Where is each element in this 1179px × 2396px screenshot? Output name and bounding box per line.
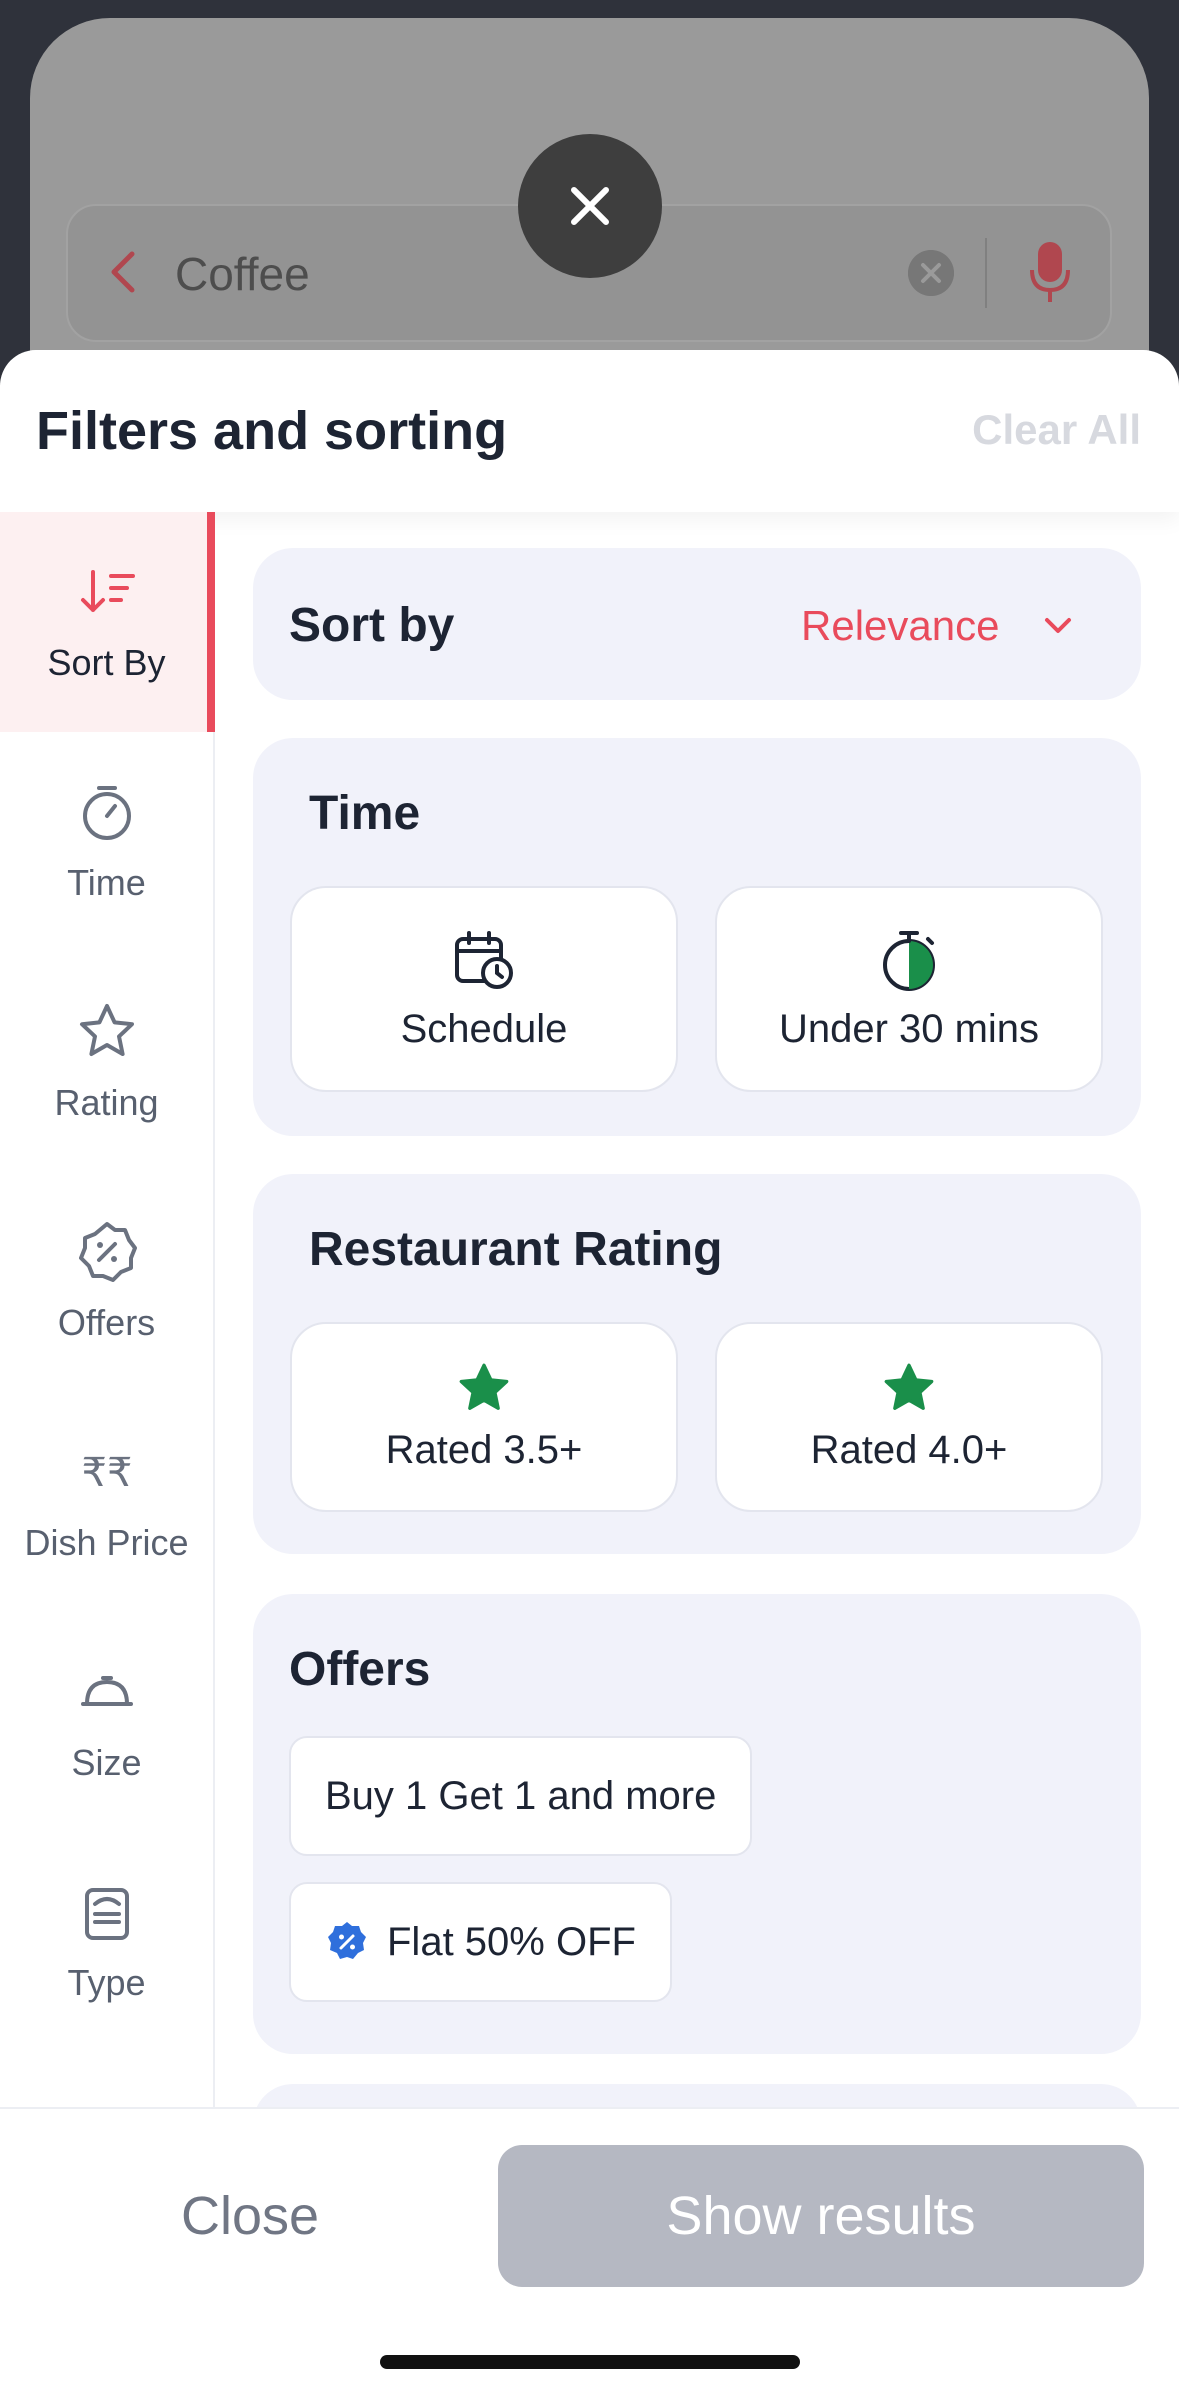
flat-50-off-option[interactable]: Flat 50% OFF <box>289 1882 672 2002</box>
filters-sheet: Filters and sorting Clear All Sort By Ti… <box>0 350 1179 2396</box>
sort-by-dropdown[interactable]: Sort by Relevance <box>253 548 1141 700</box>
bogo-offer-option[interactable]: Buy 1 Get 1 and more <box>289 1736 753 1856</box>
star-icon <box>79 1004 134 1056</box>
sheet-title: Filters and sorting <box>36 401 508 461</box>
nav-label: Sort By <box>47 642 166 683</box>
nav-item-offers[interactable]: Offers <box>0 1172 213 1392</box>
nav-label: Time <box>67 862 146 903</box>
nav-item-type[interactable]: Type <box>0 1832 213 2052</box>
nav-item-size[interactable]: Size <box>0 1612 213 1832</box>
nav-item-sort-by[interactable]: Sort By <box>0 512 215 732</box>
nav-label: Type <box>67 1962 146 2003</box>
sheet-header: Filters and sorting Clear All <box>0 350 1179 512</box>
chevron-left-icon <box>111 251 135 293</box>
option-label: Buy 1 Get 1 and more <box>325 1773 717 1818</box>
rated-4-0-option[interactable]: Rated 4.0+ <box>715 1322 1103 1512</box>
cloche-icon <box>80 1676 133 1706</box>
nav-item-rating[interactable]: Rating <box>0 952 213 1172</box>
rating-section: Restaurant Rating Rated 3.5+ Rated 4.0+ <box>253 1174 1141 1554</box>
sort-by-value: Relevance <box>801 602 1000 649</box>
offers-section: Offers Buy 1 Get 1 and more Flat 50% OFF <box>253 1594 1141 2054</box>
chevron-down-icon <box>1045 618 1071 633</box>
sheet-footer: Close Show results <box>0 2107 1179 2396</box>
calendar-clock-icon <box>455 930 513 989</box>
option-label: Schedule <box>400 1006 568 1051</box>
microphone-icon <box>1030 242 1070 302</box>
menu-card-icon <box>84 1888 129 1940</box>
close-icon <box>571 187 609 225</box>
under-30-mins-option[interactable]: Under 30 mins <box>715 886 1103 1092</box>
svg-text:₹₹: ₹₹ <box>81 1450 132 1496</box>
nav-label: Rating <box>54 1082 159 1123</box>
section-title: Offers <box>289 1643 431 1696</box>
rated-3-5-option[interactable]: Rated 3.5+ <box>290 1322 678 1512</box>
nav-item-dish-price[interactable]: ₹₹ Dish Price <box>0 1392 213 1612</box>
sort-icon <box>80 570 135 612</box>
show-results-button[interactable]: Show results <box>498 2145 1144 2287</box>
sort-by-label: Sort by <box>289 599 455 652</box>
close-button[interactable]: Close <box>100 2145 400 2287</box>
green-star-icon <box>459 1363 509 1410</box>
rupee-icon: ₹₹ <box>81 1450 132 1496</box>
nav-label: Dish Price <box>24 1522 189 1563</box>
time-section: Time Schedule Under 30 mins <box>253 738 1141 1136</box>
section-title: Restaurant Rating <box>309 1223 723 1276</box>
blue-discount-badge-icon <box>328 1922 366 1959</box>
nav-label: Size <box>71 1742 142 1783</box>
clear-circle-icon <box>908 250 954 296</box>
filter-nav: Sort By Time Rating Offers ₹₹ Dish Price… <box>0 512 215 2107</box>
search-query: Coffee <box>175 248 310 300</box>
nav-item-time[interactable]: Time <box>0 732 213 952</box>
timer-icon <box>883 930 935 991</box>
option-label: Flat 50% OFF <box>387 1919 636 1964</box>
option-label: Rated 3.5+ <box>385 1427 583 1472</box>
stopwatch-icon <box>82 786 131 840</box>
section-title: Time <box>309 787 421 840</box>
search-divider <box>985 238 987 308</box>
schedule-option[interactable]: Schedule <box>290 886 678 1092</box>
discount-badge-icon <box>78 1222 137 1282</box>
nav-label: Offers <box>57 1302 156 1343</box>
home-indicator <box>380 2355 800 2369</box>
option-label: Under 30 mins <box>778 1006 1040 1051</box>
clear-all-button[interactable]: Clear All <box>972 406 1141 454</box>
close-overlay-button[interactable] <box>518 134 662 278</box>
green-star-icon <box>884 1363 934 1410</box>
option-label: Rated 4.0+ <box>810 1427 1008 1472</box>
